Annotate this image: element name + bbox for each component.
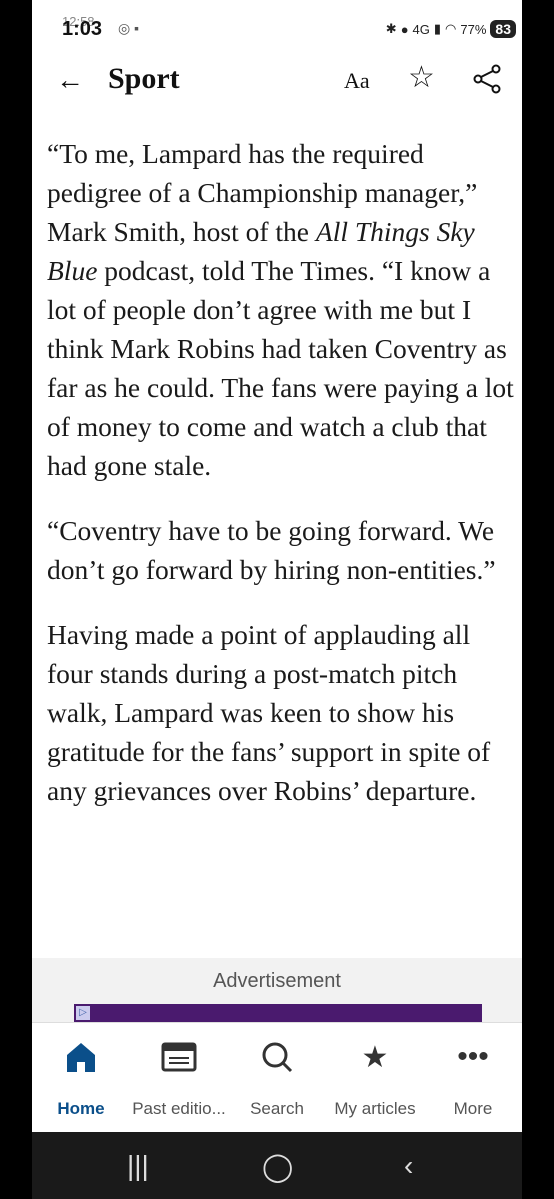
- article-body: “To me, Lampard has the required pedigre…: [47, 134, 517, 836]
- battery-icon: 83: [490, 20, 516, 38]
- advertisement: Advertisement ▷: [32, 958, 522, 1030]
- status-bar: 12:58 1:03 ◎ ▪ ✱ ● 4G ▮ ◠ 77% 83: [32, 0, 522, 50]
- nav-more[interactable]: ••• More: [424, 1037, 522, 1119]
- bottom-nav: Home Past editio... Search ★ My articles…: [32, 1022, 522, 1133]
- article-paragraph: “To me, Lampard has the required pedigre…: [47, 138, 514, 481]
- share-icon[interactable]: [472, 64, 502, 99]
- article-paragraph: “Coventry have to be going forward. We d…: [47, 515, 496, 585]
- section-title: Sport: [108, 62, 180, 95]
- notification-icons: ◎ ▪: [118, 20, 140, 36]
- home-icon: [32, 1037, 130, 1077]
- nav-my-articles[interactable]: ★ My articles: [326, 1037, 424, 1119]
- home-button-icon[interactable]: ◯: [262, 1150, 293, 1183]
- nav-search[interactable]: Search: [228, 1037, 326, 1119]
- bluetooth-icon: ✱: [385, 21, 397, 36]
- recent-apps-icon[interactable]: |||: [127, 1150, 149, 1182]
- newspaper-icon: [130, 1037, 228, 1077]
- article-paragraph: Having made a point of applauding all fo…: [47, 619, 491, 806]
- system-nav-bar: ||| ◯ ‹: [32, 1132, 522, 1199]
- battery-percent: 77%: [460, 21, 487, 37]
- signal-icon: ▮: [433, 21, 442, 36]
- adchoices-icon[interactable]: ▷: [76, 1006, 90, 1020]
- status-right-icons: ✱ ● 4G ▮ ◠ 77% 83: [386, 20, 516, 38]
- status-time: 1:03: [62, 18, 103, 40]
- network-label: 4G: [412, 21, 430, 37]
- star-icon[interactable]: ☆: [408, 60, 435, 95]
- search-icon: [228, 1037, 326, 1077]
- more-icon: •••: [457, 1040, 489, 1073]
- ad-label: Advertisement: [213, 970, 341, 992]
- app-screen: 12:58 1:03 ◎ ▪ ✱ ● 4G ▮ ◠ 77% 83 ← Sport…: [32, 0, 522, 1199]
- top-bar: ← Sport Aa ☆: [32, 50, 522, 114]
- star-icon: ★: [361, 1040, 389, 1074]
- back-button-icon[interactable]: ‹: [404, 1150, 413, 1182]
- back-arrow-icon[interactable]: ←: [56, 64, 84, 96]
- font-size-button[interactable]: Aa: [344, 68, 370, 94]
- nav-past-editions[interactable]: Past editio...: [130, 1037, 228, 1119]
- wifi-icon: ◠: [445, 21, 457, 36]
- nav-home[interactable]: Home: [32, 1037, 130, 1119]
- location-icon: ●: [400, 21, 409, 37]
